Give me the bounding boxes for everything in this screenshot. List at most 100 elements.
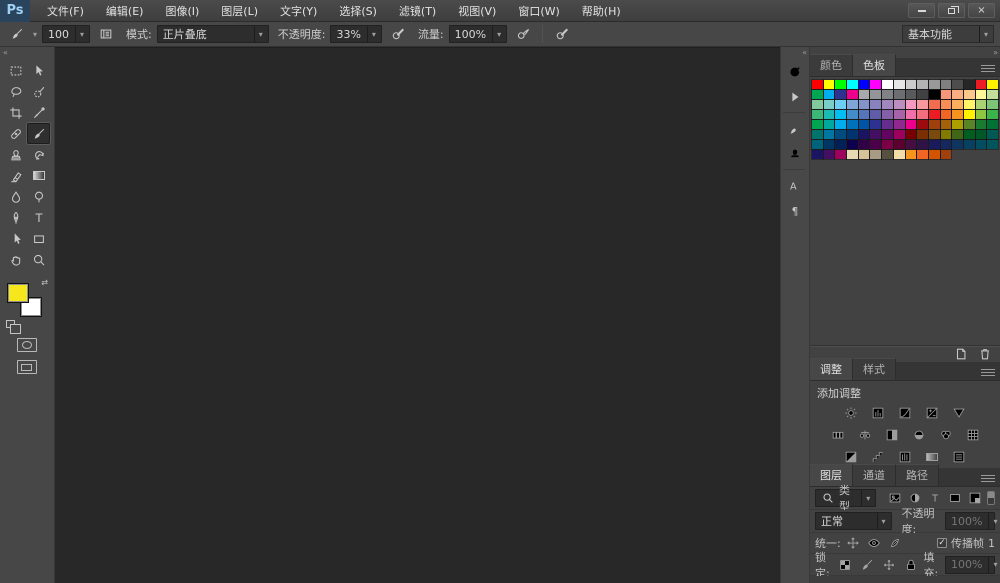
quick-mask-button[interactable]	[17, 338, 37, 352]
clone-source-panel-icon[interactable]	[783, 142, 807, 165]
swatch-8[interactable]	[906, 80, 917, 89]
swatch-65[interactable]	[824, 120, 835, 129]
blend-mode-select[interactable]: 正片叠底 ▾	[157, 25, 269, 43]
swatch-54[interactable]	[882, 110, 893, 119]
kind-type-icon[interactable]: T	[926, 490, 943, 506]
swatch-48[interactable]	[812, 110, 823, 119]
kind-shape-icon[interactable]	[946, 490, 963, 506]
swatch-7[interactable]	[894, 80, 905, 89]
swatch-89[interactable]	[917, 130, 928, 139]
swatch-38[interactable]	[882, 100, 893, 109]
toggle-brush-panel-icon[interactable]	[95, 24, 117, 44]
canvas-area[interactable]	[55, 47, 780, 583]
swatch-24[interactable]	[906, 90, 917, 99]
menu-item-8[interactable]: 窗口(W)	[507, 0, 570, 21]
zoom-tool[interactable]	[27, 249, 50, 270]
move-tool[interactable]	[27, 60, 50, 81]
restore-button[interactable]	[938, 3, 965, 18]
swatch-94[interactable]	[976, 130, 987, 139]
swatch-13[interactable]	[964, 80, 975, 89]
menu-item-7[interactable]: 视图(V)	[447, 0, 507, 21]
swatch-87[interactable]	[894, 130, 905, 139]
swatch-50[interactable]	[835, 110, 846, 119]
brush-size-box[interactable]: 100 ▾	[42, 25, 90, 43]
tab-channels[interactable]: 通道	[853, 464, 896, 486]
swatch-120[interactable]	[906, 150, 917, 159]
swatch-74[interactable]	[929, 120, 940, 129]
swatch-20[interactable]	[859, 90, 870, 99]
brush-settings-panel-icon[interactable]	[783, 117, 807, 140]
swatch-47[interactable]	[987, 100, 998, 109]
brightness-contrast-icon[interactable]	[841, 404, 861, 422]
swatch-30[interactable]	[976, 90, 987, 99]
swatch-66[interactable]	[835, 120, 846, 129]
screen-mode-button[interactable]	[17, 360, 37, 374]
opacity-select[interactable]: 33% ▾	[330, 25, 381, 43]
swatch-36[interactable]	[859, 100, 870, 109]
swatch-1[interactable]	[824, 80, 835, 89]
swatch-37[interactable]	[870, 100, 881, 109]
swatch-114[interactable]	[835, 150, 846, 159]
swatch-32[interactable]	[812, 100, 823, 109]
swatch-6[interactable]	[882, 80, 893, 89]
lock-image-icon[interactable]	[859, 557, 876, 573]
history-panel-icon[interactable]	[783, 60, 807, 83]
swatch-49[interactable]	[824, 110, 835, 119]
hue-saturation-icon[interactable]	[828, 426, 848, 444]
unify-visibility-icon[interactable]	[866, 535, 883, 551]
vibrance-icon[interactable]	[949, 404, 969, 422]
swatch-12[interactable]	[952, 80, 963, 89]
gradient-tool[interactable]	[27, 165, 50, 186]
swatch-62[interactable]	[976, 110, 987, 119]
swatch-31[interactable]	[987, 90, 998, 99]
swatch-9[interactable]	[917, 80, 928, 89]
swatch-35[interactable]	[847, 100, 858, 109]
swatch-116[interactable]	[859, 150, 870, 159]
healing-brush-tool[interactable]	[4, 123, 27, 144]
layer-blend-mode-select[interactable]: 正常 ▾	[815, 512, 892, 530]
swatch-112[interactable]	[812, 150, 823, 159]
character-panel-icon[interactable]: A	[783, 174, 807, 197]
swatch-123[interactable]	[941, 150, 952, 159]
swatch-58[interactable]	[929, 110, 940, 119]
swatch-45[interactable]	[964, 100, 975, 109]
rectangle-tool[interactable]	[27, 228, 50, 249]
swatch-10[interactable]	[929, 80, 940, 89]
menu-item-5[interactable]: 选择(S)	[328, 0, 388, 21]
swatch-4[interactable]	[859, 80, 870, 89]
blur-tool[interactable]	[4, 186, 27, 207]
swatch-81[interactable]	[824, 130, 835, 139]
swatch-40[interactable]	[906, 100, 917, 109]
flow-select[interactable]: 100% ▾	[449, 25, 507, 43]
layer-filter-toggle[interactable]	[987, 491, 995, 505]
type-tool[interactable]: T	[27, 207, 50, 228]
swatch-22[interactable]	[882, 90, 893, 99]
swatch-80[interactable]	[812, 130, 823, 139]
swatch-84[interactable]	[859, 130, 870, 139]
swatch-79[interactable]	[987, 120, 998, 129]
swatch-106[interactable]	[929, 140, 940, 149]
swatch-78[interactable]	[976, 120, 987, 129]
channel-mixer-icon[interactable]	[936, 426, 956, 444]
swatch-19[interactable]	[847, 90, 858, 99]
swatch-68[interactable]	[859, 120, 870, 129]
swatch-60[interactable]	[952, 110, 963, 119]
kind-smart-icon[interactable]	[966, 490, 983, 506]
swatch-102[interactable]	[882, 140, 893, 149]
menu-item-1[interactable]: 编辑(E)	[95, 0, 155, 21]
default-colors-icon[interactable]	[6, 320, 15, 328]
swatch-71[interactable]	[894, 120, 905, 129]
levels-icon[interactable]	[868, 404, 888, 422]
swatch-15[interactable]	[987, 80, 998, 89]
swatch-39[interactable]	[894, 100, 905, 109]
foreground-color[interactable]	[7, 283, 29, 303]
unify-style-icon[interactable]	[887, 535, 904, 551]
swatch-18[interactable]	[835, 90, 846, 99]
swatch-46[interactable]	[976, 100, 987, 109]
marquee-tool[interactable]	[4, 60, 27, 81]
swatch-122[interactable]	[929, 150, 940, 159]
swatch-17[interactable]	[824, 90, 835, 99]
swatch-5[interactable]	[870, 80, 881, 89]
panel-menu-icon[interactable]	[981, 369, 995, 376]
brush-preset-picker[interactable]	[6, 24, 28, 44]
